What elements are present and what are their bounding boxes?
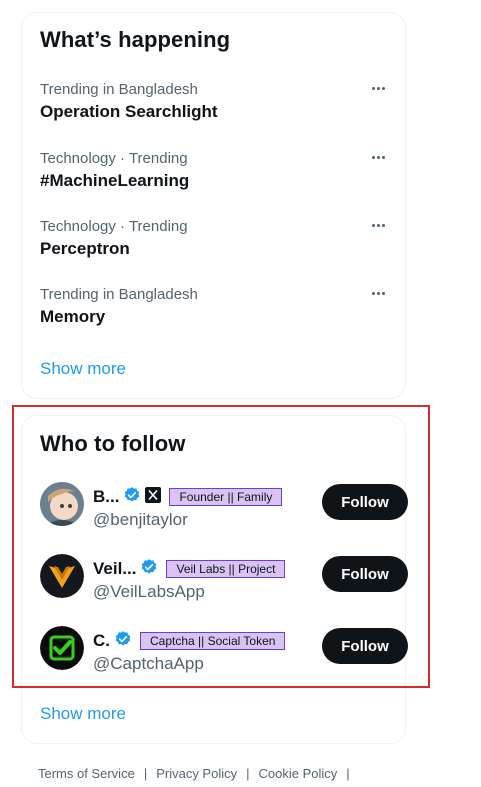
terms-of-service-link[interactable]: Terms of Service xyxy=(38,766,135,781)
show-more-follow-link[interactable]: Show more xyxy=(40,704,126,724)
trend-name: Memory xyxy=(40,307,106,326)
more-dots-icon[interactable] xyxy=(366,150,390,164)
whats-happening-panel: What’s happening Trending in Bangladesh … xyxy=(21,12,406,399)
cookie-policy-link[interactable]: Cookie Policy xyxy=(259,766,338,781)
trend-name: Operation Searchlight xyxy=(40,102,218,121)
footer-separator: | xyxy=(346,766,350,781)
privacy-policy-link[interactable]: Privacy Policy xyxy=(156,766,237,781)
trend-meta: Technology · Trending xyxy=(40,218,188,235)
footer-links: Terms of Service | Privacy Policy | Cook… xyxy=(38,766,359,781)
trend-item[interactable]: Technology · Trending #MachineLearning xyxy=(40,150,390,210)
highlight-rectangle xyxy=(12,405,430,688)
more-dots-icon[interactable] xyxy=(366,218,390,232)
trend-item[interactable]: Trending in Bangladesh Memory xyxy=(40,286,390,346)
trend-name: #MachineLearning xyxy=(40,171,190,190)
whats-happening-title: What’s happening xyxy=(40,27,231,52)
trend-item[interactable]: Technology · Trending Perceptron xyxy=(40,218,390,278)
trend-meta: Trending in Bangladesh xyxy=(40,81,198,98)
trend-name: Perceptron xyxy=(40,239,130,258)
show-more-trends-link[interactable]: Show more xyxy=(40,359,126,379)
footer-separator: | xyxy=(143,766,148,781)
trend-meta: Trending in Bangladesh xyxy=(40,286,198,303)
more-dots-icon[interactable] xyxy=(366,81,390,95)
trend-meta: Technology · Trending xyxy=(40,150,188,167)
trend-item[interactable]: Trending in Bangladesh Operation Searchl… xyxy=(40,81,390,141)
more-dots-icon[interactable] xyxy=(366,286,390,300)
footer-separator: | xyxy=(246,766,250,781)
